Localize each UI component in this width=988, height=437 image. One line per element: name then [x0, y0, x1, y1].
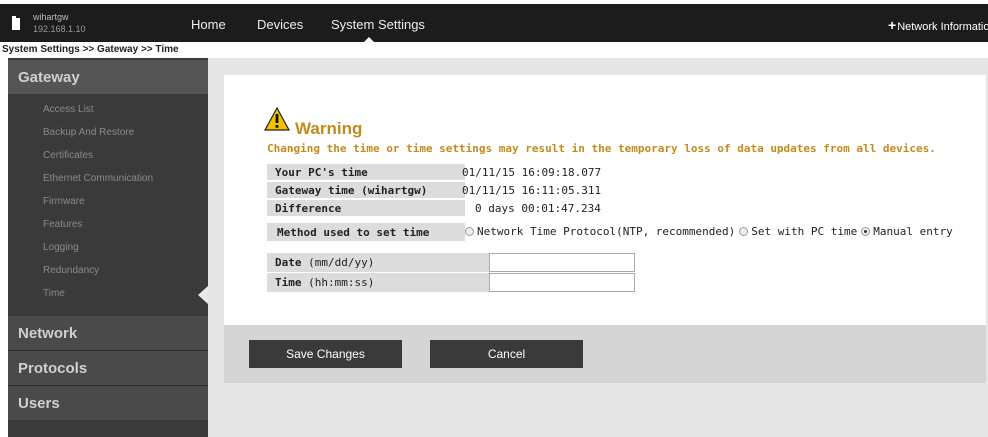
nav-devices[interactable]: Devices — [257, 17, 303, 32]
top-navigation-bar: wihartgw 192.168.1.10 Home Devices Syste… — [0, 4, 988, 43]
nav-system-settings[interactable]: System Settings — [331, 17, 425, 32]
save-changes-button[interactable]: Save Changes — [249, 340, 402, 368]
sidebar-item-access-list[interactable]: Access List — [43, 104, 94, 115]
sidebar-item-time[interactable]: Time — [43, 288, 65, 299]
sidebar-section-users[interactable]: Users — [8, 386, 208, 420]
difference-label: Difference — [267, 200, 465, 216]
selected-item-indicator — [198, 286, 208, 304]
time-settings-panel: Warning Changing the time or time settin… — [224, 75, 986, 325]
sidebar: Gateway Access List Backup And Restore C… — [8, 58, 208, 437]
active-nav-indicator — [363, 37, 375, 43]
time-field-label: Time (hh:mm:ss) — [267, 273, 491, 292]
breadcrumb: System Settings >> Gateway >> Time — [2, 44, 179, 55]
gateway-device-icon — [12, 14, 20, 30]
difference-value: 0 days 00:01:47.234 — [475, 202, 601, 215]
radio-pc-time[interactable] — [739, 227, 749, 236]
cancel-button[interactable]: Cancel — [430, 340, 583, 368]
main-content: Warning Changing the time or time settin… — [208, 58, 988, 437]
sidebar-item-certificates[interactable]: Certificates — [43, 150, 93, 161]
sidebar-item-backup-and-restore[interactable]: Backup And Restore — [43, 127, 134, 138]
warning-icon — [264, 107, 290, 131]
time-method-radio-group: Network Time Protocol(NTP, recommended) … — [465, 225, 957, 238]
sidebar-item-features[interactable]: Features — [43, 219, 82, 230]
radio-manual-entry[interactable] — [861, 227, 871, 236]
pc-time-value: 01/11/15 16:09:18.077 — [462, 166, 602, 179]
nav-home[interactable]: Home — [191, 17, 226, 32]
gateway-time-label: Gateway time (wihartgw) — [267, 182, 465, 198]
date-format-hint: (mm/dd/yy) — [308, 256, 375, 269]
time-format-hint: (hh:mm:ss) — [308, 276, 375, 289]
sidebar-section-network[interactable]: Network — [8, 316, 208, 350]
sidebar-section-gateway[interactable]: Gateway — [8, 60, 208, 94]
warning-title: Warning — [295, 119, 363, 138]
pc-time-label: Your PC's time — [267, 164, 465, 180]
date-input[interactable] — [489, 253, 635, 272]
plus-icon: + — [888, 17, 897, 33]
sidebar-item-ethernet-communication[interactable]: Ethernet Communication — [43, 173, 153, 184]
radio-pc-time-label: Set with PC time — [751, 225, 858, 238]
warning-message: Changing the time or time settings may r… — [267, 142, 936, 155]
sidebar-section-protocols[interactable]: Protocols — [8, 351, 208, 385]
sidebar-item-redundancy[interactable]: Redundancy — [43, 265, 99, 276]
sidebar-item-firmware[interactable]: Firmware — [43, 196, 85, 207]
time-label: Time — [275, 276, 302, 289]
date-field-label: Date (mm/dd/yy) — [267, 253, 491, 272]
gateway-time-value: 01/11/15 16:11:05.311 — [462, 184, 602, 197]
radio-ntp-label: Network Time Protocol(NTP, recommended) — [477, 225, 736, 238]
gateway-name: wihartgw — [33, 12, 69, 22]
radio-manual-entry-label: Manual entry — [873, 225, 953, 238]
time-input[interactable] — [489, 273, 635, 292]
gateway-ip: 192.168.1.10 — [33, 24, 86, 34]
sidebar-item-logging[interactable]: Logging — [43, 242, 79, 253]
radio-ntp[interactable] — [465, 227, 474, 236]
network-information-button[interactable]: +Network Information — [888, 17, 988, 33]
network-information-label: Network Information — [897, 21, 988, 33]
method-label: Method used to set time — [267, 223, 465, 241]
date-label: Date — [275, 256, 302, 269]
